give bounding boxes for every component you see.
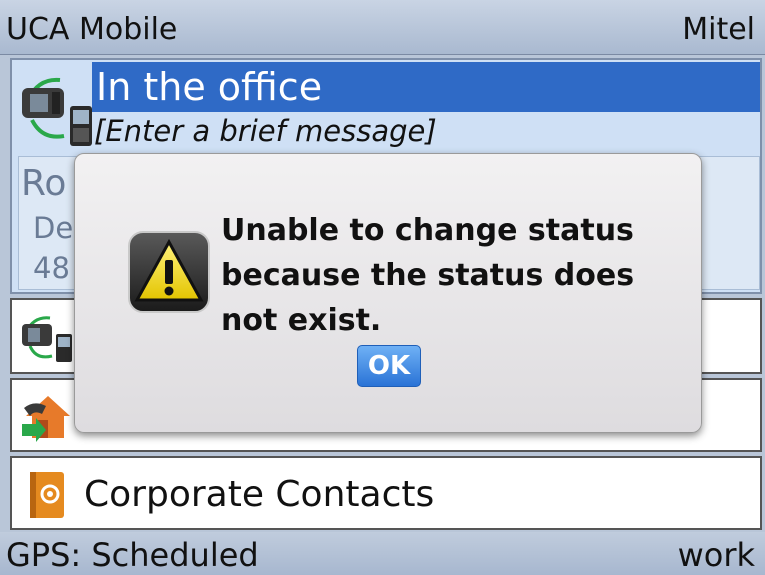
contact-department: De [33,211,74,245]
error-dialog: Unable to change status because the stat… [74,153,702,433]
menu-item-corporate-contacts[interactable]: Corporate Contacts [10,456,762,530]
home-call-icon [20,390,74,444]
contact-extension: 48 [33,251,70,285]
contact-name: Ro [21,163,67,204]
mode-indicator: work [677,536,755,574]
phone-status-icon [18,70,96,150]
menu-item-label: Corporate Contacts [84,474,435,515]
app-name: UCA Mobile [6,12,178,47]
phone-status-icon [20,310,74,364]
status-bar: GPS: Scheduled work [0,532,765,575]
warning-icon [127,230,211,314]
vendor-name: Mitel [682,12,755,47]
address-book-icon [20,468,74,522]
dialog-message: Unable to change status because the stat… [221,213,635,338]
ok-button[interactable]: OK [357,345,421,387]
status-message-field[interactable]: [Enter a brief message] [94,114,437,148]
app-window: UCA Mobile Mitel In the office [Enter a … [0,0,765,575]
title-bar: UCA Mobile Mitel [0,0,765,55]
gps-status: GPS: Scheduled [6,536,259,574]
status-selected-item[interactable]: In the office [92,62,760,112]
